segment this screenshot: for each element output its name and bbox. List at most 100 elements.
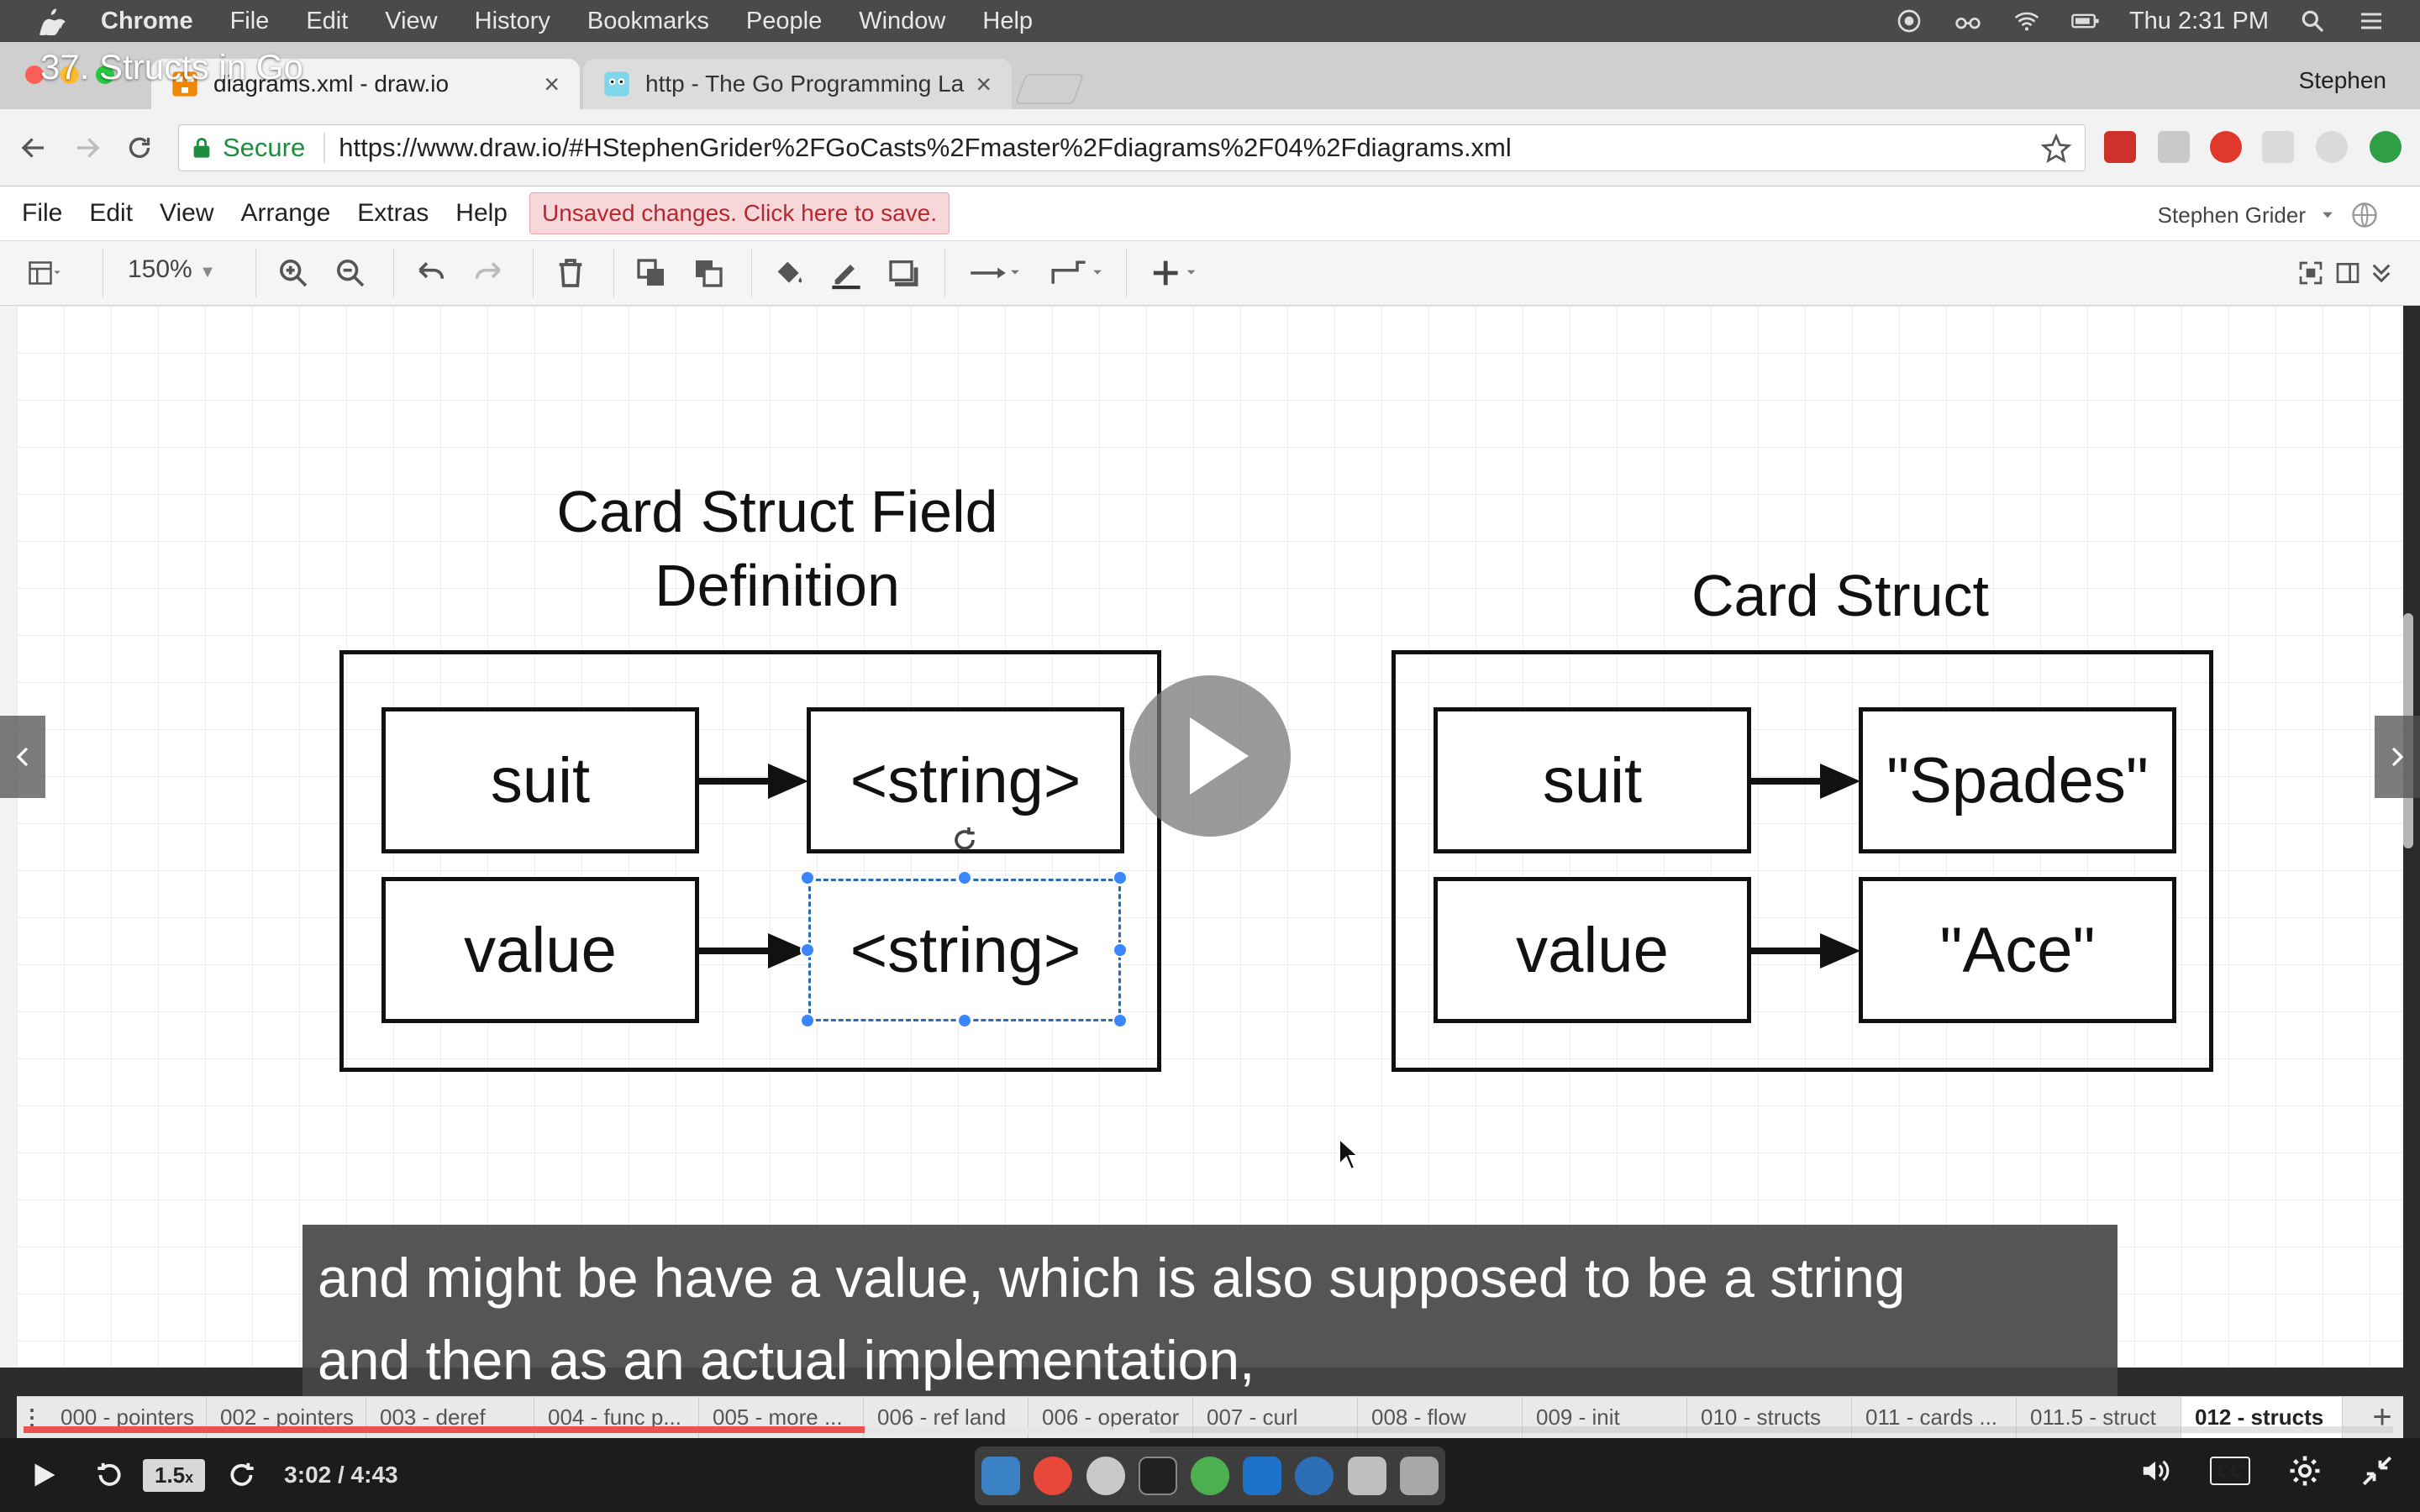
drawio-menu-arrange[interactable]: Arrange — [241, 199, 331, 228]
delete-button[interactable] — [551, 254, 590, 292]
exit-fullscreen-icon[interactable] — [2360, 1453, 2395, 1488]
drive-extension-icon[interactable] — [2158, 131, 2190, 163]
address-bar[interactable]: Secure https://www.draw.io/#HStephenGrid… — [178, 124, 2086, 171]
document-icon[interactable] — [1347, 1457, 1386, 1495]
lastpass-extension-icon[interactable] — [2104, 131, 2136, 163]
url-text[interactable]: https://www.draw.io/#HStephenGrider%2FGo… — [339, 133, 1512, 163]
menu-app-chrome[interactable]: Chrome — [101, 8, 193, 35]
right-diagram-title[interactable]: Card Struct — [1588, 559, 2092, 633]
spotlight-search-icon[interactable] — [2297, 8, 2328, 34]
video-play-overlay-button[interactable] — [1129, 675, 1291, 837]
toggle-format-panel-button[interactable] — [2331, 254, 2365, 292]
settings-gear-icon[interactable] — [2287, 1453, 2323, 1488]
fill-color-button[interactable] — [770, 254, 808, 292]
play-button[interactable] — [29, 1460, 59, 1490]
tab-close-icon[interactable]: × — [544, 69, 560, 100]
drawio-user-name[interactable]: Stephen Grider — [2158, 202, 2306, 228]
extension-icon[interactable] — [2262, 131, 2294, 163]
connection-style-button[interactable] — [963, 254, 1027, 292]
pinterest-extension-icon[interactable] — [2316, 131, 2348, 163]
zoom-out-button[interactable] — [331, 254, 370, 292]
resize-handle-sw[interactable] — [800, 1013, 815, 1028]
zoom-in-button[interactable] — [274, 254, 313, 292]
tab-close-icon[interactable]: × — [976, 69, 992, 100]
arrow-value-to-ace[interactable] — [1749, 930, 1862, 972]
video-progress-bar[interactable] — [24, 1426, 865, 1433]
right-field-suit[interactable]: suit — [1434, 707, 1751, 853]
left-diagram-title[interactable]: Card Struct Field Definition — [471, 475, 1084, 622]
resize-handle-w[interactable] — [800, 942, 815, 958]
drawio-menu-edit[interactable]: Edit — [89, 199, 133, 228]
terminal-icon[interactable] — [1138, 1457, 1177, 1495]
notification-center-icon[interactable] — [2356, 8, 2386, 34]
fullscreen-button[interactable] — [2294, 254, 2328, 292]
vscode-icon[interactable] — [1243, 1457, 1282, 1495]
menu-edit[interactable]: Edit — [306, 8, 348, 35]
resize-handle-nw[interactable] — [800, 870, 815, 885]
browser-tab-go-docs[interactable]: http - The Go Programming La × — [583, 59, 1012, 109]
right-field-value[interactable]: value — [1434, 877, 1751, 1023]
to-back-button[interactable] — [689, 254, 728, 292]
opera-extension-icon[interactable] — [2210, 131, 2242, 163]
waypoints-button[interactable] — [1045, 254, 1109, 292]
insert-button[interactable] — [1144, 254, 1208, 292]
zoom-level[interactable]: 150% ▼ — [128, 255, 216, 284]
arrow-value-to-type[interactable] — [697, 930, 810, 972]
left-field-value[interactable]: value — [381, 877, 699, 1023]
menu-bar-clock[interactable]: Thu 2:31 PM — [2129, 8, 2269, 35]
unsaved-changes-banner[interactable]: Unsaved changes. Click here to save. — [529, 192, 950, 234]
bookmark-star-icon[interactable] — [2041, 134, 2071, 164]
drawio-menu-help[interactable]: Help — [455, 199, 508, 228]
forward-skip-button[interactable] — [227, 1459, 259, 1491]
drawio-menu-file[interactable]: File — [22, 199, 62, 228]
playback-speed-button[interactable]: 1.5x — [143, 1458, 206, 1492]
resize-handle-s[interactable] — [957, 1013, 972, 1028]
globe-icon[interactable] — [2349, 200, 2380, 230]
finder-icon[interactable] — [981, 1457, 1021, 1495]
menu-window[interactable]: Window — [859, 8, 945, 35]
rewind-button[interactable] — [92, 1459, 124, 1491]
glasses-icon[interactable] — [1953, 8, 1983, 34]
forward-button[interactable] — [67, 128, 108, 168]
trash-icon[interactable] — [1399, 1457, 1439, 1495]
rotate-handle-icon[interactable] — [948, 823, 981, 857]
redo-button[interactable] — [469, 254, 508, 292]
undo-button[interactable] — [412, 254, 450, 292]
resize-handle-e[interactable] — [1113, 942, 1128, 958]
arrow-suit-to-type[interactable] — [697, 760, 810, 802]
closed-captions-button[interactable]: CC — [2210, 1457, 2250, 1485]
format-panel-button[interactable] — [15, 254, 74, 292]
back-button[interactable] — [13, 128, 54, 168]
next-lecture-button[interactable] — [2375, 716, 2420, 798]
right-value-suit[interactable]: "Spades" — [1859, 707, 2176, 853]
resize-handle-ne[interactable] — [1113, 870, 1128, 885]
resize-handle-se[interactable] — [1113, 1013, 1128, 1028]
atom-icon[interactable] — [1190, 1457, 1229, 1495]
menu-help[interactable]: Help — [982, 8, 1033, 35]
left-field-suit[interactable]: suit — [381, 707, 699, 853]
menu-view[interactable]: View — [385, 8, 437, 35]
chrome-icon[interactable] — [1034, 1457, 1073, 1495]
reload-button[interactable] — [119, 128, 160, 168]
menu-people[interactable]: People — [746, 8, 822, 35]
messages-icon[interactable] — [1086, 1457, 1125, 1495]
volume-icon[interactable] — [2138, 1455, 2173, 1487]
right-value-value[interactable]: "Ace" — [1859, 877, 2176, 1023]
collapse-toolbar-button[interactable] — [2365, 254, 2398, 292]
battery-icon[interactable] — [2070, 8, 2101, 34]
menu-bookmarks[interactable]: Bookmarks — [587, 8, 709, 35]
update-extension-icon[interactable] — [2370, 131, 2402, 163]
previous-lecture-button[interactable] — [0, 716, 45, 798]
line-color-button[interactable] — [827, 254, 865, 292]
drawio-menu-extras[interactable]: Extras — [357, 199, 429, 228]
to-front-button[interactable] — [632, 254, 671, 292]
record-icon[interactable] — [1894, 8, 1924, 34]
wifi-icon[interactable] — [2012, 8, 2042, 34]
drawio-user-menu[interactable]: Stephen Grider — [2158, 200, 2380, 230]
browser-profile-name[interactable]: Stephen — [2299, 67, 2386, 94]
drawio-menu-view[interactable]: View — [160, 199, 213, 228]
menu-history[interactable]: History — [475, 8, 550, 35]
menu-file[interactable]: File — [230, 8, 270, 35]
arrow-suit-to-spades[interactable] — [1749, 760, 1862, 802]
shadow-button[interactable] — [884, 254, 923, 292]
